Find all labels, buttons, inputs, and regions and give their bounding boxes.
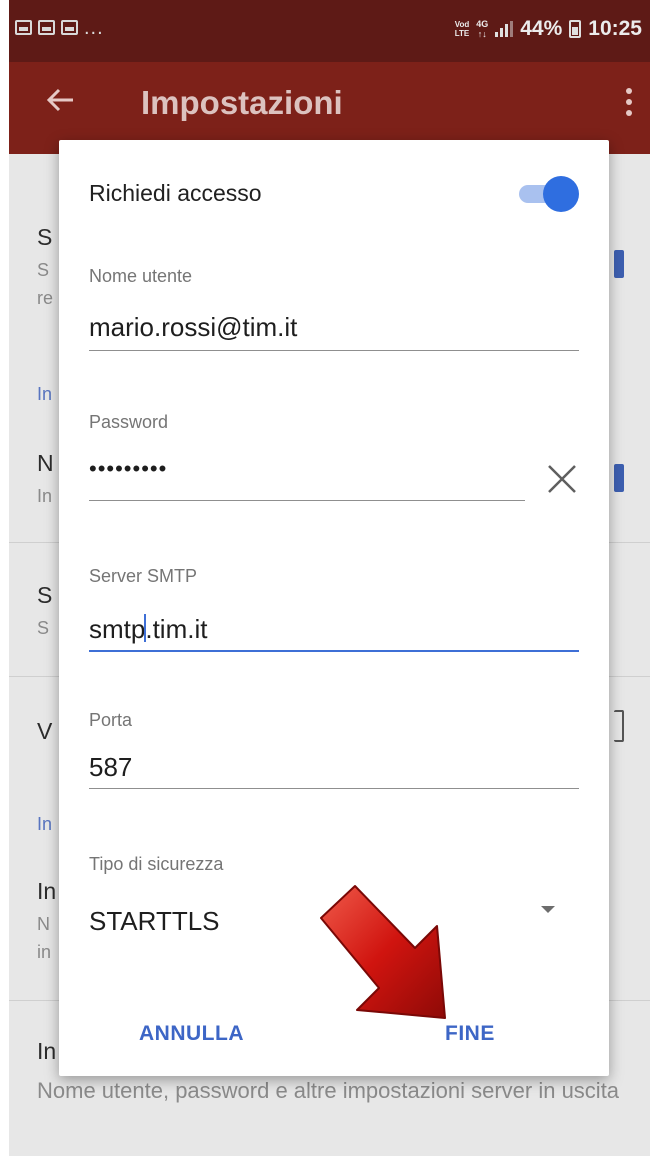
setting-fragment: N [37,450,54,476]
smtp-server-label: Server SMTP [89,566,198,586]
setting-checkbox[interactable] [614,464,624,492]
battery-percent: 44% [520,17,563,40]
annotation-arrow-icon [320,885,446,1019]
setting-fragment: S [37,224,53,250]
smtp-server-underline [89,650,579,652]
notification-icons: ... [15,16,104,39]
volte-icon: Vod LTE [455,20,470,38]
image-notification-icon [61,20,78,35]
password-field[interactable]: ••••••••• [89,456,167,482]
setting-fragment: V [37,718,53,744]
network-type-label: 4G [476,19,489,29]
dropdown-arrow-icon[interactable] [541,906,555,913]
port-label: Porta [89,710,133,730]
setting-fragment: In [37,1038,57,1064]
more-notifications-indicator: ... [84,16,104,39]
username-underline [89,350,579,351]
setting-fragment: S [37,618,50,638]
clock: 10:25 [588,17,642,40]
setting-fragment: re [37,288,54,308]
username-field[interactable]: mario.rossi@tim.it [89,312,297,343]
toggle-knob [543,176,579,212]
status-bar: ... Vod LTE 4G ↑↓ 44% 10:25 [9,0,650,62]
setting-fragment: S [37,260,50,280]
smtp-server-text-before-cursor: smtp [89,614,146,644]
setting-checkbox[interactable] [614,710,624,742]
battery-icon [569,20,582,38]
image-notification-icon [15,20,32,35]
phone-screen: ... Vod LTE 4G ↑↓ 44% 10:25 Impostazioni [9,0,650,1156]
setting-fragment: In [37,878,57,904]
gallery-notification-icon [38,20,55,35]
section-header-fragment: In [37,814,53,834]
cancel-button[interactable]: ANNULLA [139,1022,244,1046]
overflow-menu-icon[interactable] [624,88,634,116]
page-title: Impostazioni [141,84,343,121]
security-type-select[interactable]: STARTTLS [89,906,220,937]
smtp-server-field[interactable]: smtp.tim.it [89,614,207,645]
port-field[interactable]: 587 [89,752,132,783]
setting-fragment: N [37,914,50,934]
require-signin-label: Richiedi accesso [89,180,262,206]
username-label: Nome utente [89,266,193,286]
require-signin-toggle[interactable] [515,176,579,212]
section-header-fragment: In [37,384,53,404]
smtp-server-text-after-cursor: .tim.it [145,614,208,644]
security-type-label: Tipo di sicurezza [89,854,224,874]
signal-strength-icon [495,21,514,37]
setting-fragment: S [37,582,53,608]
system-indicators: Vod LTE 4G ↑↓ 44% 10:25 [455,17,642,41]
setting-fragment: In [37,486,53,506]
port-underline [89,788,579,789]
volte-label-top: Vod [454,20,470,29]
setting-description: Nome utente, password e altre impostazio… [37,1078,620,1103]
clear-password-icon[interactable] [545,462,579,496]
password-underline [89,500,525,501]
volte-label-bottom: LTE [454,29,470,38]
back-arrow-icon[interactable] [43,82,83,122]
password-label: Password [89,412,169,432]
data-activity-arrows: ↑↓ [477,29,487,39]
network-type-icon: 4G ↑↓ [476,19,488,39]
setting-fragment: in [37,942,52,962]
setting-checkbox[interactable] [614,250,624,278]
